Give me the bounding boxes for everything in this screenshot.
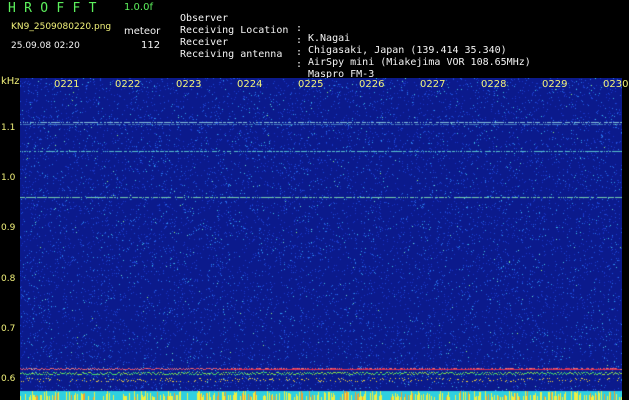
metadata-colon: : bbox=[296, 47, 303, 58]
spectrogram-canvas bbox=[20, 78, 622, 400]
version-label: 1.0.0f bbox=[124, 2, 153, 13]
metadata-colon: : bbox=[296, 23, 303, 34]
frequency-tick-label: 0.7 bbox=[1, 323, 16, 334]
metadata-key: Receiving antenna bbox=[180, 49, 283, 60]
frequency-tick-label: 0.9 bbox=[1, 223, 16, 234]
meteor-count-value: 112 bbox=[141, 40, 161, 51]
metadata-colon: : bbox=[296, 35, 303, 46]
frequency-tick-label: 1.0 bbox=[1, 173, 16, 184]
time-tick-label: 0225 bbox=[298, 79, 324, 90]
metadata-value: Chigasaki, Japan (139.414 35.340) bbox=[308, 45, 507, 56]
time-tick-label: 0224 bbox=[237, 79, 263, 90]
frequency-tick-label: 0.8 bbox=[1, 273, 16, 284]
frequency-unit-label: kHz bbox=[1, 76, 20, 87]
time-axis: 0221 0222 0223 0224 0225 0226 0227 0228 0229 0230 bbox=[20, 79, 628, 94]
time-tick-label: 0226 bbox=[359, 79, 385, 90]
metadata-value: K.Nagai bbox=[308, 33, 351, 44]
time-tick-label: 0229 bbox=[542, 79, 568, 90]
time-tick-label: 0223 bbox=[176, 79, 202, 90]
meteor-count-label: meteor bbox=[124, 26, 161, 37]
frequency-tick-label: 0.6 bbox=[1, 374, 16, 384]
metadata-value: AirSpy mini (Miakejima VOR 108.65MHz) bbox=[308, 57, 531, 68]
time-tick-label: 0227 bbox=[420, 79, 446, 90]
frequency-tick-label: 1.1 bbox=[1, 123, 16, 133]
spectrogram-waterfall bbox=[20, 78, 622, 400]
filename-label: KN9_2509080220.png bbox=[11, 22, 112, 32]
time-tick-label: 0222 bbox=[115, 79, 141, 90]
time-tick-label: 0228 bbox=[481, 79, 507, 90]
datetime-label: 25.09.08 02:20 bbox=[11, 41, 80, 51]
time-tick-label: 0230 bbox=[603, 79, 629, 90]
metadata-colon: : bbox=[296, 59, 303, 70]
app-title: HROFFT bbox=[8, 1, 105, 16]
hrofft-window: HROFFT 1.0.0f KN9_2509080220.png meteor … bbox=[0, 0, 629, 400]
time-tick-label: 0221 bbox=[54, 79, 80, 90]
